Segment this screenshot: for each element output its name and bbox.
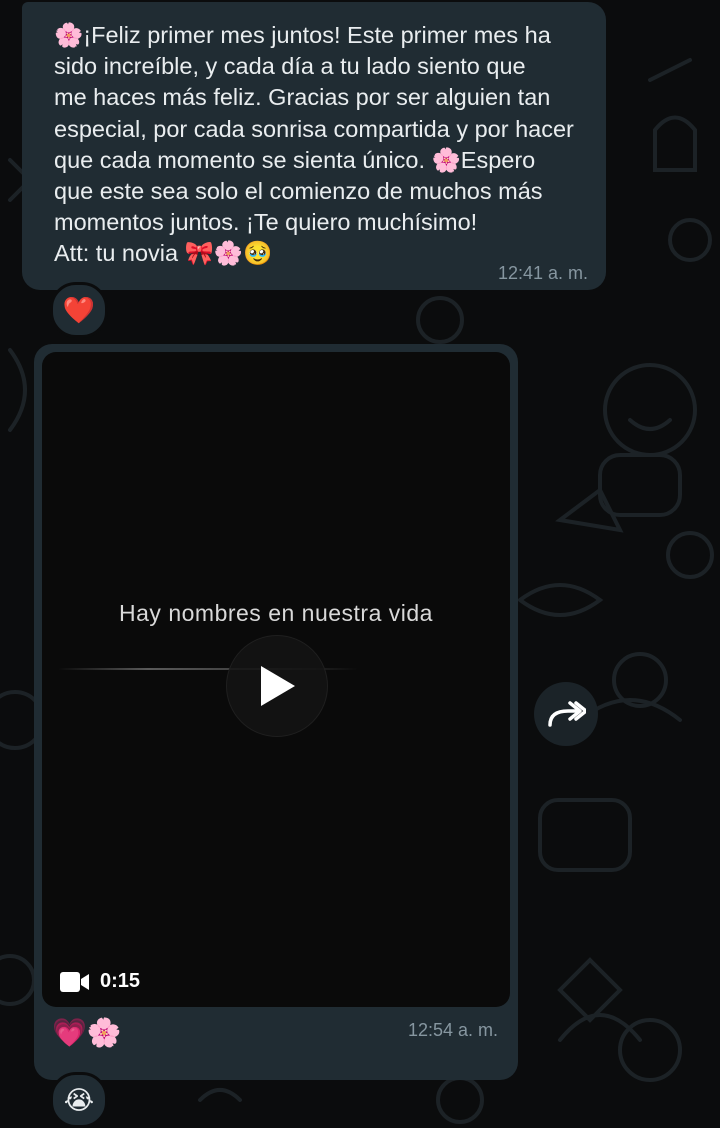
reaction-badge[interactable]: 😭 <box>50 1072 108 1128</box>
video-thumbnail[interactable]: Hay nombres en nuestra vida 0:15 <box>42 352 510 1007</box>
reaction-crying: 😭 <box>63 1084 95 1115</box>
duration-text: 0:15 <box>100 970 141 992</box>
forward-button[interactable] <box>534 682 598 746</box>
message-emojis: 💗🌸 <box>52 1017 122 1048</box>
message-timestamp: 12:41 a. m. <box>497 263 588 283</box>
video-camera-icon <box>60 971 89 992</box>
message-timestamp: 12:54 a. m. <box>407 1020 498 1040</box>
reaction-badge[interactable]: ❤️ <box>50 282 108 338</box>
message-text: 🌸¡Feliz primer mes juntos! Este primer m… <box>54 22 574 267</box>
forward-icon <box>548 701 586 727</box>
play-button[interactable] <box>226 635 328 737</box>
play-icon <box>261 666 295 706</box>
video-caption: Hay nombres en nuestra vida <box>119 600 433 626</box>
video-message-bubble[interactable]: Hay nombres en nuestra vida 0:15 💗🌸 12:5… <box>34 344 518 1080</box>
reaction-heart: ❤️ <box>62 294 96 325</box>
message-bubble-1[interactable]: 🌸¡Feliz primer mes juntos! Este primer m… <box>22 2 606 290</box>
video-duration: 0:15 <box>60 970 140 993</box>
